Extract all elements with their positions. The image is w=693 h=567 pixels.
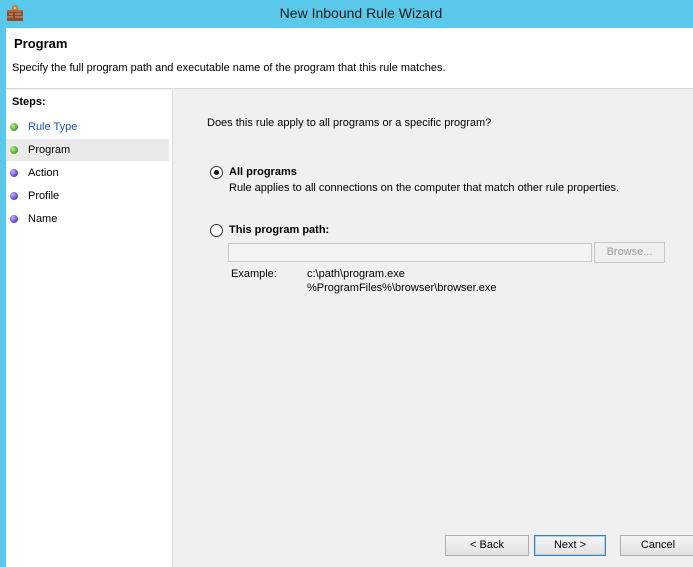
question-text: Does this rule apply to all programs or … <box>207 117 492 129</box>
page-description: Specify the full program path and execut… <box>12 62 446 74</box>
step-name: Name <box>6 208 169 230</box>
step-complete-icon <box>10 123 18 131</box>
program-path-input[interactable] <box>228 243 592 262</box>
step-rule-type[interactable]: Rule Type <box>6 116 169 138</box>
step-program[interactable]: Program <box>6 139 169 161</box>
window-title: New Inbound Rule Wizard <box>279 5 443 21</box>
step-pending-icon <box>10 169 18 177</box>
steps-title: Steps: <box>12 96 46 108</box>
back-button[interactable]: < Back <box>445 535 529 556</box>
page-title: Program <box>14 36 68 51</box>
cancel-button[interactable]: Cancel <box>620 535 693 556</box>
step-profile: Profile <box>6 185 169 207</box>
radio-selected-dot <box>214 170 219 175</box>
browse-button[interactable]: Browse... <box>594 242 665 263</box>
content-pane: Does this rule apply to all programs or … <box>174 90 693 567</box>
program-path-radio[interactable] <box>210 224 223 237</box>
title-bar[interactable]: New Inbound Rule Wizard <box>0 0 693 28</box>
example-path-2: %ProgramFiles%\browser\browser.exe <box>307 282 497 294</box>
program-path-label[interactable]: This program path: <box>229 224 329 236</box>
wizard-header: Program Specify the full program path an… <box>6 28 693 89</box>
step-label: Rule Type <box>28 121 78 133</box>
next-button[interactable]: Next > <box>534 535 606 556</box>
example-path-1: c:\path\program.exe <box>307 268 405 280</box>
all-programs-radio[interactable] <box>210 166 223 179</box>
wizard-window: New Inbound Rule Wizard Program Specify … <box>0 0 693 567</box>
all-programs-label[interactable]: All programs <box>229 166 297 178</box>
step-complete-icon <box>10 146 18 154</box>
step-label: Name <box>28 213 58 225</box>
example-label: Example: <box>231 268 277 280</box>
step-pending-icon <box>10 215 18 223</box>
step-pending-icon <box>10 192 18 200</box>
step-label: Program <box>28 144 71 156</box>
steps-pane: Steps: Rule Type Program Action Profile … <box>6 90 173 567</box>
all-programs-description: Rule applies to all connections on the c… <box>229 182 620 194</box>
step-label: Action <box>28 167 59 179</box>
step-action: Action <box>6 162 169 184</box>
step-label: Profile <box>28 190 60 202</box>
